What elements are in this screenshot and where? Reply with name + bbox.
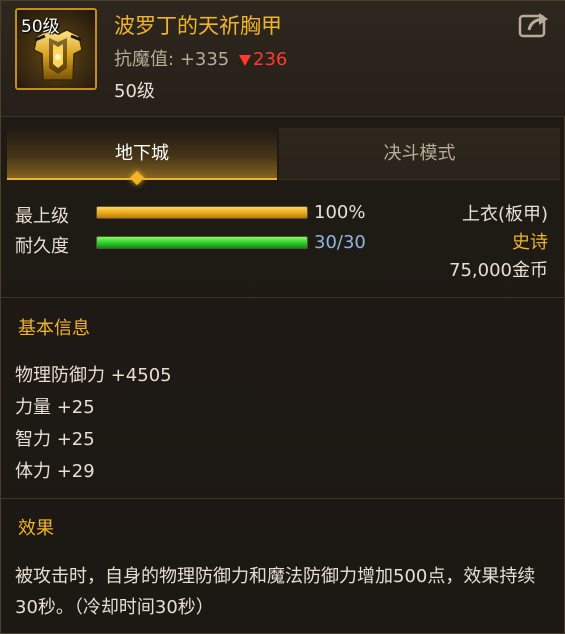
antimagic-stat: 抗魔值: +335 236 — [114, 45, 287, 71]
required-level: 50级 — [114, 81, 155, 102]
divider — [1, 116, 565, 117]
antimagic-value: +335 — [179, 49, 230, 70]
antimagic-diff: 236 — [253, 49, 288, 70]
grade-value: 100% — [314, 202, 366, 223]
stat-line: 智力 +25 — [15, 429, 95, 450]
divider — [1, 297, 565, 298]
item-tooltip-panel: 50级 波罗丁的天祈胸甲 抗魔值: +335 236 50级 地下城 决斗模式 … — [0, 0, 565, 634]
grade-bar-fill — [97, 207, 307, 218]
durability-bar — [96, 236, 308, 249]
item-name: 波罗丁的天祈胸甲 — [114, 14, 282, 38]
stat-line: 力量 +25 — [15, 397, 95, 418]
down-arrow-icon — [239, 54, 251, 66]
stat-line: 物理防御力 +4505 — [15, 365, 172, 386]
price-label: 75,000金币 — [449, 260, 548, 281]
tab-dungeon[interactable]: 地下城 — [7, 128, 277, 180]
share-icon[interactable] — [517, 10, 551, 40]
durability-label: 耐久度 — [15, 236, 69, 257]
item-icon-frame: 50级 — [15, 8, 97, 90]
item-header: 50级 波罗丁的天祈胸甲 抗魔值: +335 236 50级 — [1, 1, 565, 116]
durability-bar-fill — [97, 237, 307, 248]
effect-description: 被攻击时，自身的物理防御力和魔法防御力增加500点，效果持续30秒。（冷却时间3… — [15, 566, 536, 618]
durability-value: 30/30 — [314, 232, 366, 253]
rarity-label: 史诗 — [512, 232, 548, 253]
antimagic-label: 抗魔值: — [114, 49, 175, 70]
equipment-slot: 上衣(板甲) — [461, 204, 548, 225]
grade-bar — [96, 206, 308, 219]
item-level-badge: 50级 — [21, 17, 60, 37]
divider — [1, 498, 565, 499]
stat-line: 体力 +29 — [15, 461, 95, 482]
grade-label: 最上级 — [15, 206, 69, 227]
mode-tabs: 地下城 决斗模式 — [7, 128, 560, 180]
basic-info-title: 基本信息 — [18, 318, 90, 339]
effect-title: 效果 — [18, 518, 54, 539]
tab-duel-mode[interactable]: 决斗模式 — [279, 128, 560, 180]
